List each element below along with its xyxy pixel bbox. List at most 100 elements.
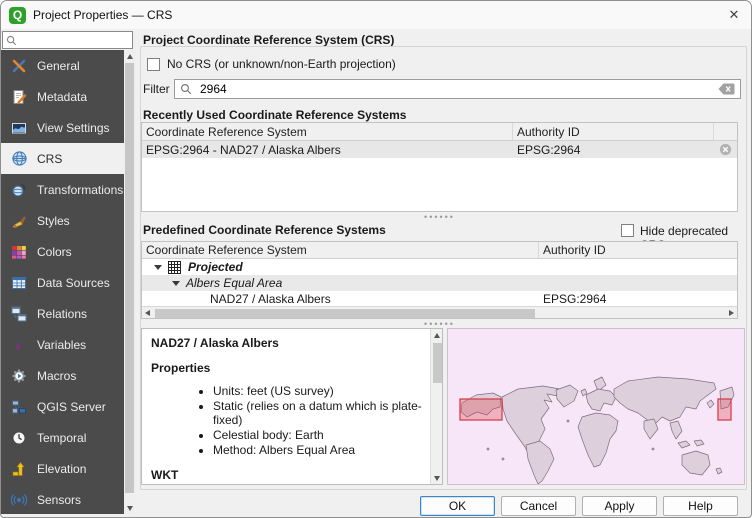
recent-crs-table: Coordinate Reference System Authority ID… xyxy=(141,122,738,212)
tree-label: Projected xyxy=(188,260,243,274)
sidebar-item-general[interactable]: General xyxy=(1,50,124,81)
main-panel: Project Coordinate Reference System (CRS… xyxy=(135,29,751,517)
splitter-handle[interactable]: •••••• xyxy=(141,213,738,220)
sidebar-item-metadata[interactable]: Metadata xyxy=(1,81,124,112)
table-row-recent-crs[interactable]: EPSG:2964 - NAD27 / Alaska Albers EPSG:2… xyxy=(142,141,737,158)
search-icon xyxy=(180,83,192,95)
color-swatches-icon xyxy=(10,243,28,261)
linked-tables-icon xyxy=(10,305,28,323)
crs-info-title: NAD27 / Alaska Albers xyxy=(151,336,426,350)
sidebar-search-input[interactable] xyxy=(17,33,117,47)
scroll-left-icon[interactable] xyxy=(142,307,153,319)
scroll-down-icon[interactable] xyxy=(124,502,135,514)
clear-filter-icon[interactable] xyxy=(718,83,735,95)
sidebar-item-colors[interactable]: Colors xyxy=(1,236,124,267)
globe-arrows-icon xyxy=(10,181,28,199)
crs-info-panel: NAD27 / Alaska Albers Properties Units: … xyxy=(141,328,443,485)
recent-crs-name: EPSG:2964 - NAD27 / Alaska Albers xyxy=(142,143,513,157)
svg-text:ε: ε xyxy=(16,338,22,353)
tree-label: NAD27 / Alaska Albers xyxy=(142,292,539,306)
horizontal-scrollbar[interactable] xyxy=(142,306,737,318)
predefined-crs-table: Coordinate Reference System Authority ID… xyxy=(141,241,738,319)
column-header-crs[interactable]: Coordinate Reference System xyxy=(142,242,539,258)
properties-list: Units: feet (US survey) Static (relies o… xyxy=(151,384,426,457)
scroll-up-icon[interactable] xyxy=(124,50,135,62)
tree-row-nad27-alaska-albers[interactable]: NAD27 / Alaska Albers EPSG:2964 xyxy=(142,291,737,307)
no-crs-checkbox[interactable] xyxy=(147,58,160,71)
sidebar-list: General Metadata View Settings CRS Trans… xyxy=(1,50,135,514)
sidebar-item-macros[interactable]: Macros xyxy=(1,360,124,391)
sidebar-item-sensors[interactable]: Sensors xyxy=(1,484,124,514)
sidebar-search[interactable] xyxy=(2,31,133,49)
collapse-arrow-icon[interactable] xyxy=(154,265,162,270)
info-scrollbar-thumb[interactable] xyxy=(433,343,442,383)
sidebar-item-variables[interactable]: ε Variables xyxy=(1,329,124,360)
sidebar-item-qgis-server[interactable]: QGIS Server xyxy=(1,391,124,422)
wkt-heading: WKT xyxy=(151,468,426,482)
predefined-table-header: Coordinate Reference System Authority ID xyxy=(142,242,737,259)
close-icon[interactable]: ✕ xyxy=(717,1,751,29)
cancel-button[interactable]: Cancel xyxy=(501,496,576,516)
scroll-up-icon[interactable] xyxy=(431,329,443,341)
tree-row-albers-equal-area[interactable]: Albers Equal Area xyxy=(142,275,737,291)
ok-button[interactable]: OK xyxy=(420,496,495,516)
recent-section-title: Recently Used Coordinate Reference Syste… xyxy=(143,108,406,122)
column-header-authority[interactable]: Authority ID xyxy=(513,123,714,140)
crs-extent-map xyxy=(447,328,745,485)
window-title: Project Properties — CRS xyxy=(33,8,172,22)
signal-icon xyxy=(10,491,28,509)
paintbrush-icon xyxy=(10,212,28,230)
help-button[interactable]: Help xyxy=(663,496,738,516)
recent-table-header: Coordinate Reference System Authority ID xyxy=(142,123,737,141)
sidebar-item-elevation[interactable]: Elevation xyxy=(1,453,124,484)
search-icon xyxy=(6,35,17,46)
tools-icon xyxy=(10,57,28,75)
sidebar-item-transformations[interactable]: Transformations xyxy=(1,174,124,205)
globe-icon xyxy=(10,150,28,168)
properties-heading: Properties xyxy=(151,361,426,375)
sidebar-scrollbar-thumb[interactable] xyxy=(125,63,134,493)
filter-input[interactable] xyxy=(198,81,718,97)
scroll-right-icon[interactable] xyxy=(726,307,737,319)
gear-play-icon xyxy=(10,367,28,385)
world-map-preview xyxy=(448,329,745,485)
horizontal-scrollbar-thumb[interactable] xyxy=(155,309,535,318)
page-title: Project Coordinate Reference System (CRS… xyxy=(143,33,394,47)
tree-label: Albers Equal Area xyxy=(186,276,282,290)
clock-icon xyxy=(10,429,28,447)
titlebar: Q Project Properties — CRS ✕ xyxy=(1,1,751,29)
sidebar-item-styles[interactable]: Styles xyxy=(1,205,124,236)
property-item: Static (relies on a datum which is plate… xyxy=(213,399,426,427)
recent-crs-authority: EPSG:2964 xyxy=(513,143,714,157)
column-header-remove[interactable] xyxy=(714,123,737,140)
column-header-authority[interactable]: Authority ID xyxy=(539,242,737,258)
sidebar-scrollbar[interactable] xyxy=(124,50,135,514)
hide-deprecated-checkbox[interactable] xyxy=(621,224,634,237)
crs-info-content: NAD27 / Alaska Albers Properties Units: … xyxy=(142,329,430,484)
document-pencil-icon xyxy=(10,88,28,106)
remove-recent-icon[interactable] xyxy=(714,143,737,156)
project-properties-dialog: Q Project Properties — CRS ✕ General Met… xyxy=(0,0,752,518)
sidebar-item-crs[interactable]: CRS xyxy=(1,143,124,174)
epsilon-icon: ε xyxy=(10,336,28,354)
predefined-section-title: Predefined Coordinate Reference Systems xyxy=(143,223,386,237)
splitter-handle[interactable]: •••••• xyxy=(141,320,738,327)
sidebar-item-temporal[interactable]: Temporal xyxy=(1,422,124,453)
scroll-down-icon[interactable] xyxy=(431,472,443,484)
apply-button[interactable]: Apply xyxy=(582,496,657,516)
filter-field[interactable] xyxy=(174,79,741,99)
filter-label: Filter xyxy=(143,79,170,99)
info-vertical-scrollbar[interactable] xyxy=(430,329,442,484)
collapse-arrow-icon[interactable] xyxy=(172,281,180,286)
sidebar-item-relations[interactable]: Relations xyxy=(1,298,124,329)
property-item: Units: feet (US survey) xyxy=(213,384,426,398)
column-header-crs[interactable]: Coordinate Reference System xyxy=(142,123,513,140)
sidebar-item-data-sources[interactable]: Data Sources xyxy=(1,267,124,298)
projected-grid-icon xyxy=(168,261,181,274)
sidebar-item-view-settings[interactable]: View Settings xyxy=(1,112,124,143)
no-crs-label: No CRS (or unknown/non-Earth projection) xyxy=(167,57,396,71)
map-view-icon xyxy=(10,119,28,137)
table-icon xyxy=(10,274,28,292)
server-network-icon xyxy=(10,398,28,416)
tree-row-projected[interactable]: Projected xyxy=(142,259,737,275)
